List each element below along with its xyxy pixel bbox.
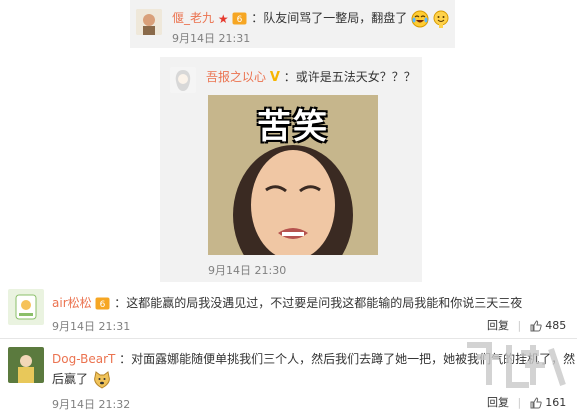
- comment-time: 9月14日 21:31: [52, 320, 131, 333]
- verified-v-icon: V: [269, 70, 280, 85]
- username[interactable]: Dog-BearT: [52, 352, 115, 366]
- svg-text:6: 6: [237, 15, 243, 25]
- comment-text: ：队友间骂了一整局，翻盘了: [251, 11, 408, 25]
- avatar-image: [8, 289, 44, 325]
- comment-text: ：或许是五法天女？？？: [283, 70, 416, 84]
- comment-actions: 回复 | 485: [487, 319, 567, 332]
- meme-caption: 苦笑: [257, 107, 329, 147]
- doge-emoji-icon: [94, 370, 110, 389]
- username[interactable]: 吾报之以心: [206, 70, 266, 84]
- comment-card-2: 吾报之以心 V ：或许是五法天女？？？ 苦笑 9月14日 21:30: [160, 57, 422, 282]
- avatar[interactable]: [8, 347, 44, 383]
- meme-image[interactable]: 苦笑: [208, 95, 378, 255]
- avatar-image: [8, 347, 44, 383]
- crying-laughing-emoji-icon: [411, 10, 429, 27]
- site-watermark-logo: [459, 335, 569, 406]
- username[interactable]: air松松: [52, 296, 92, 310]
- comment-row-3: air松松 6 ：这都能赢的局我没遇见过，不过要是问我这都能输的局我能和你说三天…: [0, 287, 577, 335]
- comment-text-continued: 后赢了: [52, 372, 89, 386]
- thumbs-up-icon[interactable]: [530, 320, 542, 332]
- comment-time: 9月14日 21:32: [52, 398, 131, 411]
- vip-badge-icon: 6: [232, 12, 247, 25]
- vip-badge-icon: 6: [95, 297, 110, 310]
- comment-time: 9月14日 21:30: [208, 264, 287, 277]
- like-count: 485: [545, 319, 567, 332]
- comment-time: 9月14日 21:31: [172, 32, 251, 45]
- star-badge-icon: ★: [217, 11, 229, 26]
- avatar-image: [170, 67, 196, 93]
- username[interactable]: 偃_老九: [172, 11, 214, 25]
- comment-card-1: 偃_老九 ★ 6 ：队友间骂了一整局，翻盘了 9月14日 21:31: [130, 0, 455, 48]
- avatar-image: [136, 9, 162, 35]
- avatar[interactable]: [170, 67, 196, 93]
- smiling-emoji-icon: [433, 10, 449, 28]
- svg-text:6: 6: [100, 300, 106, 310]
- comment-text: ：这都能赢的局我没遇见过，不过要是问我这都能输的局我能和你说三天三夜: [114, 296, 523, 310]
- avatar[interactable]: [8, 289, 44, 325]
- reply-button[interactable]: 回复: [487, 319, 509, 332]
- avatar[interactable]: [136, 9, 162, 35]
